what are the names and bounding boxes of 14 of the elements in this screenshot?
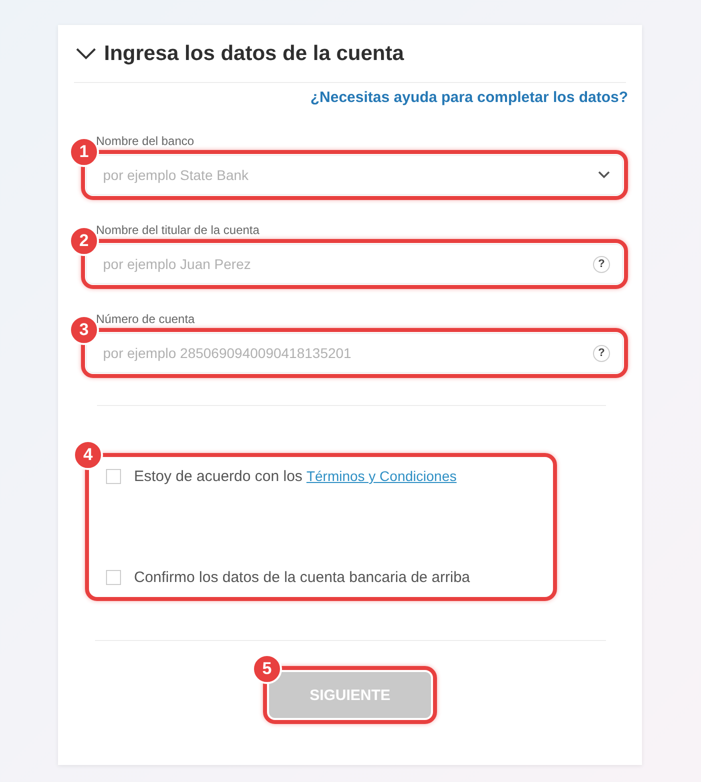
help-icon[interactable]: ? xyxy=(593,256,610,272)
help-icon[interactable]: ? xyxy=(593,344,610,362)
step-badge: 5 xyxy=(252,654,282,684)
step-badge: 4 xyxy=(73,440,103,470)
help-link[interactable]: ¿Necesitas ayuda para completar los datos? xyxy=(310,89,628,106)
agreement-text: Estoy de acuerdo con los Términos y Condiciones xyxy=(134,468,457,485)
terms-link[interactable]: Términos y Condiciones xyxy=(306,468,457,484)
checkbox[interactable] xyxy=(106,570,121,585)
section-title: Ingresa los datos de la cuenta xyxy=(104,42,404,66)
chevron-icon[interactable] xyxy=(76,48,96,60)
agreement-text: Confirmo los datos de la cuenta bancaria de arriba xyxy=(134,569,470,586)
input-field[interactable]: por ejemplo 2850690940090418135201 ? xyxy=(86,333,623,373)
checkbox[interactable] xyxy=(106,469,121,484)
caret-icon xyxy=(598,171,610,179)
